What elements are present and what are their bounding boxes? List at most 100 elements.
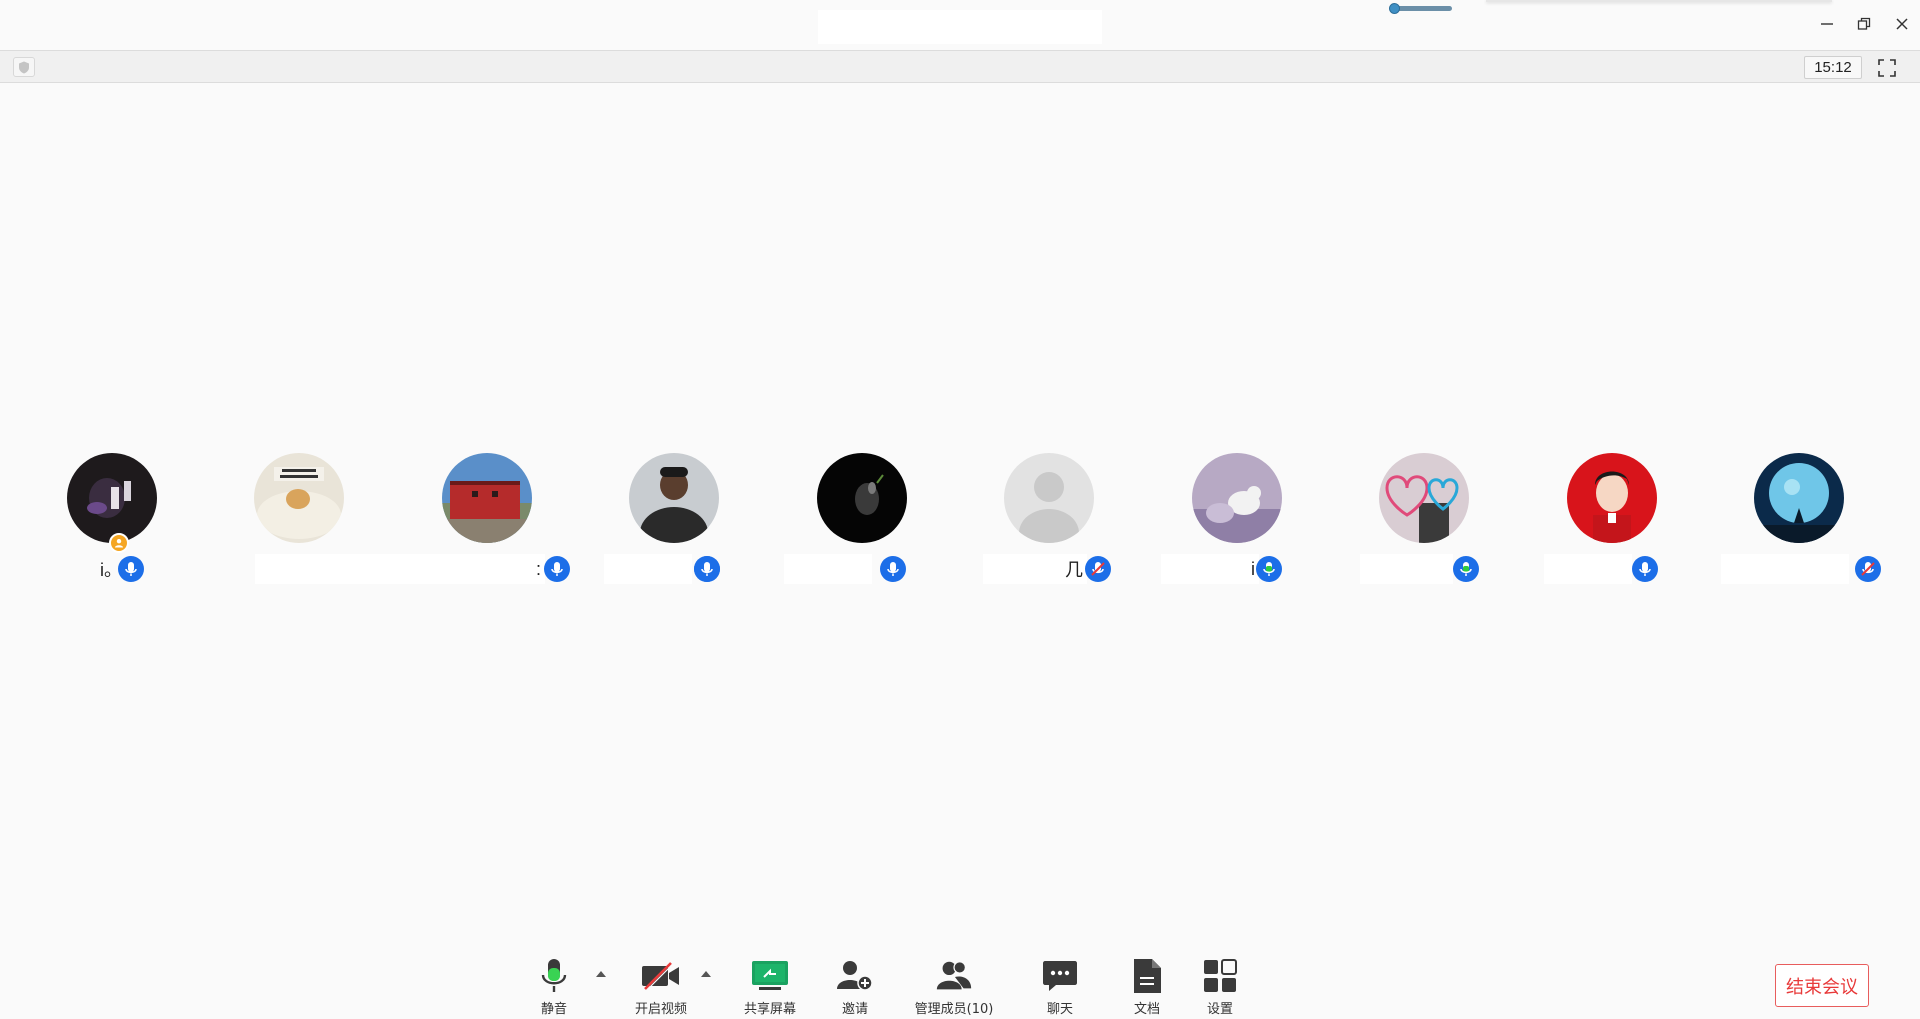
chat-icon [1040,957,1080,995]
chat-label: 聊天 [1046,1002,1073,1017]
participant-name-row [768,552,956,584]
microphone-icon [534,957,574,995]
invite-button[interactable]: 邀请 [835,957,875,1019]
mic-status[interactable] [1632,556,1658,582]
fullscreen-icon [1878,59,1896,77]
video-label: 开启视频 [634,1002,687,1017]
manage-members-label: 管理成员(10) [914,1002,994,1017]
participant-name-row [393,552,581,584]
participant-tile[interactable] [1330,453,1518,584]
manage-members-button[interactable]: 管理成员(10) [912,957,996,1019]
microphone-icon [1639,562,1651,576]
settings-grid-icon [1200,957,1240,995]
popup-edge [1486,0,1832,2]
shield-icon [19,61,29,73]
add-user-icon [835,957,875,995]
participant-name [1360,554,1453,584]
mic-status[interactable] [118,556,144,582]
participant-tile[interactable]: 几 [955,453,1143,584]
avatar [1379,453,1469,543]
caret-up-icon [596,971,606,977]
document-icon [1127,957,1167,995]
participant-name: i。 [100,560,122,580]
members-icon [934,957,974,995]
avatar [1192,453,1282,543]
avatar [817,453,907,543]
mic-status[interactable] [1085,556,1111,582]
host-icon [115,539,123,548]
video-off-icon [641,957,681,995]
microphone-icon [125,562,137,576]
share-screen-button[interactable]: 共享屏幕 [738,957,802,1019]
participant-name-row: i [1143,552,1331,584]
share-screen-icon [750,957,790,995]
avatar [442,453,532,543]
microphone-muted-icon [1861,562,1875,576]
avatar [67,453,157,543]
participant-name-row [1705,552,1893,584]
avatar [629,453,719,543]
participant-tile[interactable]: i。 [18,453,206,583]
meeting-timer: 15:12 [1804,56,1862,79]
participant-tile[interactable]: : [205,453,570,584]
share-screen-label: 共享屏幕 [743,1002,796,1017]
participant-name [1544,554,1632,584]
avatar [254,453,344,543]
mic-status[interactable] [1855,556,1881,582]
docs-button[interactable]: 文档 [1127,957,1167,1019]
restore-button[interactable] [1850,12,1878,36]
microphone-muted-icon [1091,562,1105,576]
fullscreen-button[interactable] [1875,56,1899,80]
participant-name: 几 [983,554,1087,584]
volume-knob[interactable] [1389,3,1400,14]
close-button[interactable] [1888,12,1916,36]
meeting-title-box [818,10,1102,44]
avatar [1567,453,1657,543]
end-meeting-button[interactable]: 结束会议 [1775,964,1869,1007]
meeting-info-strip: 15:12 [0,50,1920,83]
docs-label: 文档 [1133,1002,1160,1017]
avatar [1004,453,1094,543]
participant-tile[interactable] [393,453,581,583]
settings-label: 设置 [1206,1002,1233,1017]
participant-tile[interactable] [768,453,956,584]
title-bar [0,0,1920,50]
participant-name-row: i。 [18,552,206,584]
mic-status[interactable] [694,556,720,582]
chat-button[interactable]: 聊天 [1040,957,1080,1019]
participant-tile[interactable] [1518,453,1706,584]
caret-up-icon [701,971,711,977]
avatar [1754,453,1844,543]
settings-button[interactable]: 设置 [1200,957,1240,1019]
audio-options-caret[interactable] [593,968,609,980]
participant-name [604,554,692,584]
invite-label: 邀请 [841,1002,868,1017]
microphone-speaking-icon [1460,562,1472,576]
microphone-icon [701,562,713,576]
participant-tile[interactable]: i [1143,453,1331,584]
microphone-speaking-icon [1263,562,1275,576]
host-badge [109,533,129,553]
mute-button[interactable]: 静音 [534,957,574,1019]
mic-status[interactable] [880,556,906,582]
mic-status[interactable] [1256,556,1282,582]
security-button[interactable] [13,57,35,77]
participant-name: i [1161,554,1259,584]
participant-tile[interactable] [1705,453,1893,584]
volume-slider[interactable] [1386,3,1456,14]
mute-label: 静音 [540,1002,567,1017]
microphone-icon [887,562,899,576]
video-button[interactable]: 开启视频 [631,957,691,1019]
restore-icon [1857,17,1871,30]
close-icon [1896,18,1908,30]
mic-status[interactable] [1453,556,1479,582]
participant-name-row: : [205,552,570,584]
minimize-button[interactable] [1813,12,1841,36]
participant-name-row [1330,552,1518,584]
minimize-icon [1821,23,1833,25]
participant-name-row [1518,552,1706,584]
participant-name [1721,554,1849,584]
participant-name [784,554,872,584]
video-options-caret[interactable] [698,968,714,980]
participant-name-row: 几 [955,552,1143,584]
